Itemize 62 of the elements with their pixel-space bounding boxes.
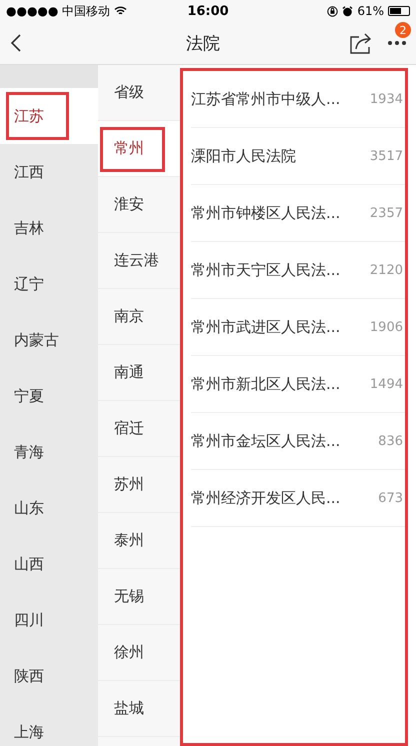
share-icon (350, 32, 374, 54)
case-count: 673 (378, 490, 403, 506)
case-count: 3517 (370, 148, 403, 164)
city-item[interactable]: 淮安 (98, 177, 180, 233)
court-name: 常州市武进区人民法... (191, 318, 340, 336)
city-item[interactable]: 南通 (98, 345, 180, 401)
province-item[interactable]: 陕西 (0, 648, 98, 704)
court-item[interactable]: 溧阳市人民法院 3517 (191, 128, 405, 185)
case-count: 1494 (370, 376, 403, 392)
court-item[interactable]: 常州市钟楼区人民法... 2357 (191, 185, 405, 242)
case-count: 836 (378, 434, 403, 448)
back-button[interactable] (10, 33, 22, 53)
city-item[interactable]: 常州 (98, 121, 180, 177)
court-name: 常州市钟楼区人民法... (191, 204, 340, 222)
province-item[interactable]: 江西 (0, 144, 98, 200)
battery-percent: 61% (357, 4, 384, 18)
case-count: 1906 (370, 320, 403, 334)
city-item[interactable]: 盐城 (98, 681, 180, 737)
city-item[interactable]: 徐州 (98, 625, 180, 681)
province-item[interactable]: 山东 (0, 480, 98, 536)
case-count: 2120 (370, 262, 403, 278)
back-chevron-icon (10, 33, 22, 53)
province-item[interactable]: 山西 (0, 536, 98, 592)
court-name: 江苏省常州市中级人... (191, 90, 340, 108)
clock-time: 16:00 (187, 4, 229, 18)
more-button[interactable] (388, 41, 406, 45)
alarm-icon (342, 6, 354, 16)
province-item[interactable]: 辽宁 (0, 256, 98, 312)
court-name: 溧阳市人民法院 (191, 146, 296, 166)
court-item[interactable]: 江苏省常州市中级人... 1934 (191, 71, 405, 128)
notification-badge: 2 (395, 22, 411, 38)
court-item[interactable]: 常州市武进区人民法... 1906 (191, 299, 405, 356)
court-item[interactable]: 常州经济开发区人民... 673 (191, 470, 405, 527)
court-item[interactable]: 常州市新北区人民法... 1494 (191, 356, 405, 413)
city-item[interactable]: 苏州 (98, 457, 180, 513)
province-item[interactable]: 内蒙古 (0, 312, 98, 368)
court-name: 常州市天宁区人民法... (191, 260, 340, 280)
city-item[interactable]: 无锡 (98, 569, 180, 625)
city-item[interactable]: 连云港 (98, 233, 180, 289)
case-count: 1934 (370, 92, 403, 106)
wifi-icon (114, 6, 128, 16)
city-item[interactable]: 宿迁 (98, 401, 180, 457)
carrier-text: ●●●●● 中国移动 (6, 2, 110, 20)
court-item[interactable]: 常州市金坛区人民法... 836 (191, 413, 405, 470)
province-item[interactable]: 四川 (0, 592, 98, 648)
province-item[interactable]: 宁夏 (0, 368, 98, 424)
city-item[interactable]: 南京 (98, 289, 180, 345)
province-item[interactable]: 江苏 (0, 88, 98, 144)
share-button[interactable] (350, 32, 374, 54)
court-item[interactable]: 常州市天宁区人民法... 2120 (191, 242, 405, 299)
court-name: 常州市新北区人民法... (191, 374, 340, 394)
city-item[interactable]: 泰州 (98, 513, 180, 569)
battery-icon (388, 6, 410, 16)
page-title: 法院 (186, 32, 221, 54)
court-name: 常州经济开发区人民... (191, 488, 340, 508)
case-count: 2357 (370, 206, 403, 220)
court-name: 常州市金坛区人民法... (191, 432, 340, 450)
more-icon (388, 41, 406, 45)
province-item[interactable]: 吉林 (0, 200, 98, 256)
province-item[interactable]: 上海 (0, 704, 98, 746)
province-item[interactable]: 青海 (0, 424, 98, 480)
rotation-lock-icon (327, 6, 338, 16)
